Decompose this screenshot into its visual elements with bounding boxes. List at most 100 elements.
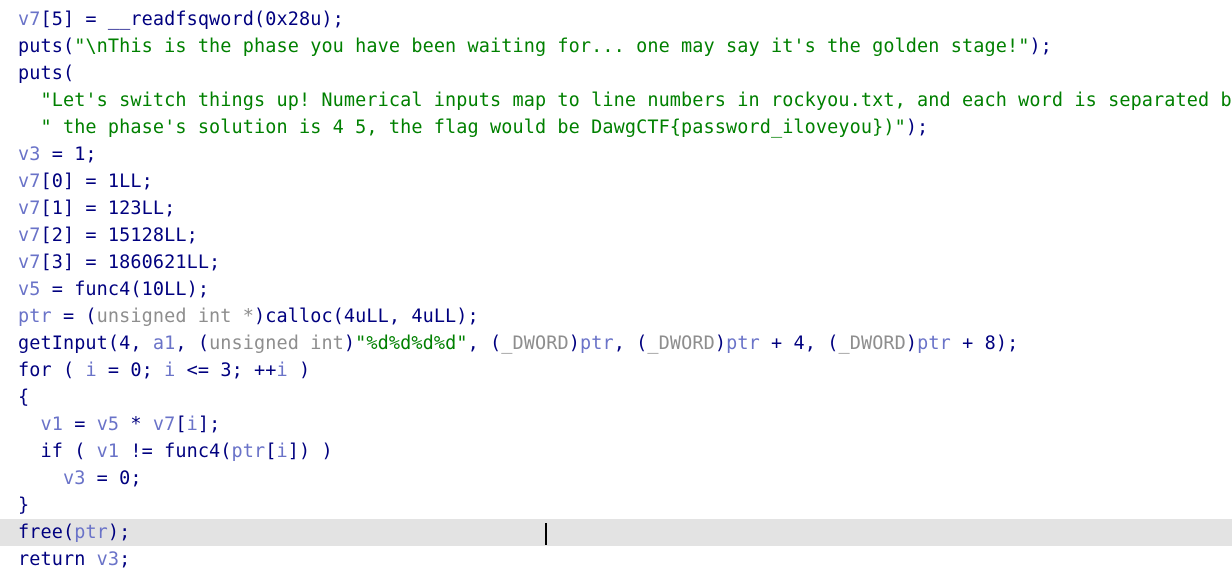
code-token: [3] = 1860621LL; xyxy=(40,252,221,273)
code-token: ); xyxy=(905,117,929,138)
code-token: v7 xyxy=(18,225,41,246)
code-token: ) xyxy=(568,333,580,354)
code-line[interactable]: v7[1] = 123LL; xyxy=(0,195,1232,222)
code-token: ptr xyxy=(579,333,614,354)
code-token: * xyxy=(119,414,153,435)
code-token: " the phase's solution is 4 5, the flag … xyxy=(40,117,906,138)
code-token: _DWORD xyxy=(647,333,715,354)
code-token: ptr xyxy=(726,333,760,354)
code-line-current[interactable]: free(ptr); xyxy=(0,519,1232,546)
code-token: [2] = 15128LL; xyxy=(40,225,198,246)
code-line[interactable]: if ( v1 != func4(ptr[i]) ) xyxy=(0,438,1232,465)
code-token: [1] = 123LL; xyxy=(40,198,176,219)
code-line[interactable]: v7[3] = 1860621LL; xyxy=(0,249,1232,276)
code-line[interactable]: v3 = 0; xyxy=(0,465,1232,492)
code-token: } xyxy=(18,495,30,516)
code-token: v7 xyxy=(18,9,41,30)
code-token: free( xyxy=(18,522,75,543)
code-token: ); xyxy=(107,522,131,543)
code-token: ptr xyxy=(231,441,266,462)
code-token: "Let's switch things up! Numerical input… xyxy=(40,90,1232,111)
code-token: [ xyxy=(175,414,187,435)
code-token: = xyxy=(62,414,97,435)
code-token: unsigned int xyxy=(209,333,344,354)
code-token: ); xyxy=(1029,36,1052,57)
code-token: { xyxy=(18,387,30,408)
code-token: )calloc(4uLL, 4uLL); xyxy=(254,306,479,327)
code-line[interactable]: puts("\nThis is the phase you have been … xyxy=(0,33,1232,60)
code-token: "%d%d%d%d" xyxy=(355,333,468,354)
code-token: = 0; xyxy=(96,360,165,381)
code-token: for ( xyxy=(18,360,86,381)
code-token: puts( xyxy=(18,63,75,84)
code-line[interactable]: } xyxy=(0,492,1232,519)
code-token: i xyxy=(164,360,176,381)
code-token: ]) ) xyxy=(287,441,333,462)
code-token: [5] = __readfsqword(0x28u); xyxy=(40,9,344,30)
code-line[interactable]: { xyxy=(0,384,1232,411)
pseudocode-view[interactable]: v7[5] = __readfsqword(0x28u); puts("\nThi… xyxy=(0,6,1232,583)
code-token: ; xyxy=(119,549,131,570)
code-line[interactable]: v7[5] = __readfsqword(0x28u); xyxy=(0,6,1232,33)
code-token: ) xyxy=(287,360,311,381)
code-token: i xyxy=(186,414,198,435)
code-token: v7 xyxy=(152,414,176,435)
code-token: + 4, ( xyxy=(759,333,839,354)
code-token: , ( xyxy=(175,333,210,354)
code-token: v3 xyxy=(96,549,120,570)
code-token: puts( xyxy=(18,36,75,57)
code-token: != func4( xyxy=(119,441,232,462)
code-token: v1 xyxy=(40,414,63,435)
code-token: ptr xyxy=(74,522,108,543)
code-line[interactable]: v3 = 1; xyxy=(0,141,1232,168)
code-token: = ( xyxy=(51,306,97,327)
code-token: [0] = 1LL; xyxy=(40,171,153,192)
code-token: v3 xyxy=(62,468,86,489)
code-token: _DWORD xyxy=(838,333,906,354)
code-token: unsigned int * xyxy=(96,306,255,327)
code-token: "\nThis is the phase you have been waiti… xyxy=(74,36,1030,57)
code-line[interactable]: "Let's switch things up! Numerical input… xyxy=(0,87,1232,114)
code-token: v1 xyxy=(96,441,120,462)
code-token: return xyxy=(18,549,97,570)
code-token: ) xyxy=(343,333,356,354)
code-token: ) xyxy=(905,333,918,354)
code-line[interactable]: v5 = func4(10LL); xyxy=(0,276,1232,303)
code-token: + 8); xyxy=(950,333,1019,354)
code-line[interactable]: v7[2] = 15128LL; xyxy=(0,222,1232,249)
code-line[interactable]: v7[0] = 1LL; xyxy=(0,168,1232,195)
code-line[interactable]: return v3; xyxy=(0,546,1232,573)
code-token: v5 xyxy=(96,414,120,435)
code-token: ptr xyxy=(18,306,52,327)
code-token: ]; xyxy=(197,414,221,435)
code-token: v7 xyxy=(18,198,41,219)
code-token: a1 xyxy=(152,333,176,354)
code-token: _DWORD xyxy=(501,333,569,354)
code-line[interactable]: ptr = (unsigned int *)calloc(4uLL, 4uLL)… xyxy=(0,303,1232,330)
code-token: if ( xyxy=(18,441,97,462)
code-line[interactable]: puts( xyxy=(0,60,1232,87)
text-cursor xyxy=(545,523,547,545)
code-line[interactable]: getInput(4, a1, (unsigned int)"%d%d%d%d"… xyxy=(0,330,1232,357)
code-token: v5 xyxy=(18,279,41,300)
code-line[interactable]: v1 = v5 * v7[i]; xyxy=(0,411,1232,438)
code-token: [ xyxy=(265,441,277,462)
code-token: getInput(4, xyxy=(18,333,153,354)
code-line[interactable]: for ( i = 0; i <= 3; ++i ) xyxy=(0,357,1232,384)
code-token: i xyxy=(85,360,97,381)
code-token: i xyxy=(276,360,288,381)
code-token: = 0; xyxy=(85,468,142,489)
code-token: v7 xyxy=(18,252,41,273)
code-line[interactable]: " the phase's solution is 4 5, the flag … xyxy=(0,114,1232,141)
code-token: <= 3; ++ xyxy=(175,360,277,381)
code-token: , ( xyxy=(467,333,502,354)
code-token: = 1; xyxy=(40,144,97,165)
code-token: v3 xyxy=(18,144,41,165)
code-token: , ( xyxy=(613,333,648,354)
code-token: ptr xyxy=(917,333,951,354)
code-token: ) xyxy=(714,333,727,354)
